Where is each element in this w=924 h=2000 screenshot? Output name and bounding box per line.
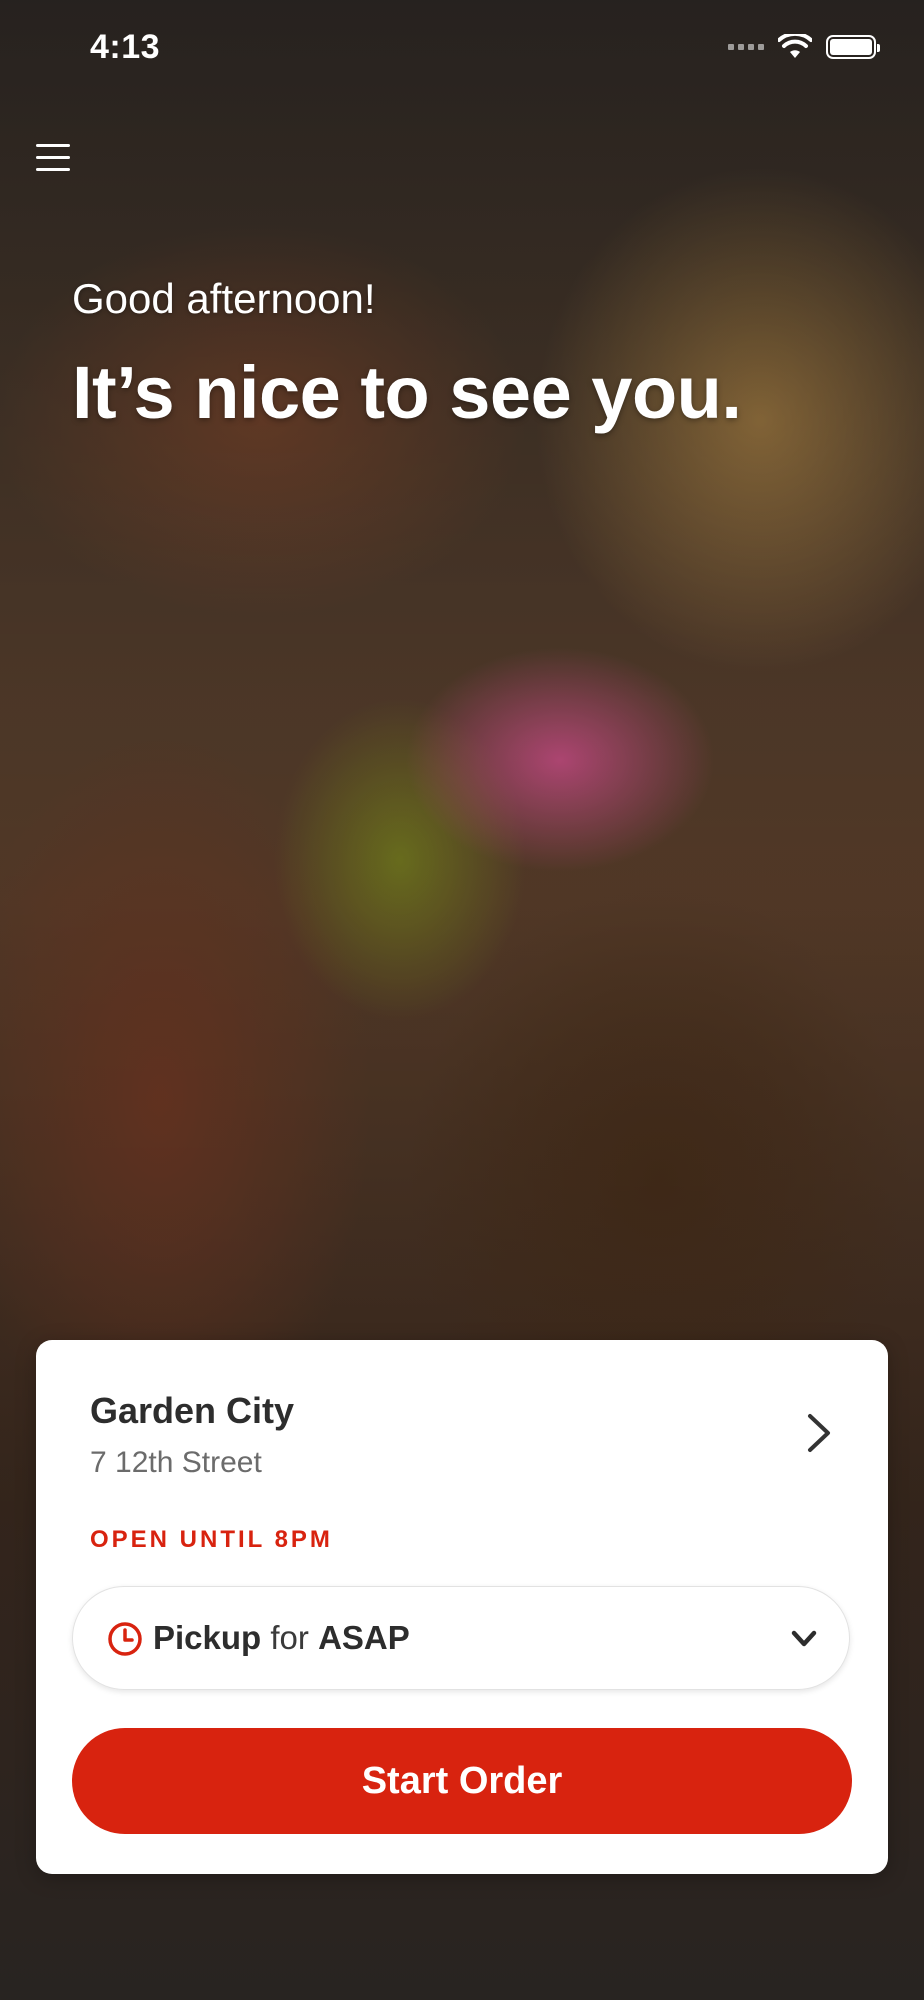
greeting-text: Good afternoon! bbox=[72, 275, 376, 322]
order-connector: for bbox=[270, 1619, 309, 1656]
order-time: ASAP bbox=[318, 1619, 410, 1656]
pickup-summary: Pickup for ASAP bbox=[153, 1619, 410, 1657]
welcome-headline: It’s nice to see you. bbox=[72, 351, 742, 434]
order-card: Garden City 7 12th Street OPEN UNTIL 8PM… bbox=[36, 1340, 888, 1874]
status-bar: 4:13 bbox=[0, 0, 924, 100]
battery-icon bbox=[826, 35, 880, 59]
clock-icon bbox=[108, 1622, 142, 1656]
location-name: Garden City bbox=[90, 1390, 295, 1431]
wifi-icon bbox=[778, 34, 812, 58]
order-mode: Pickup bbox=[153, 1619, 262, 1656]
chevron-down-icon bbox=[791, 1630, 817, 1647]
status-icons bbox=[728, 34, 880, 60]
hamburger-menu-icon[interactable] bbox=[34, 138, 74, 178]
chevron-right-icon[interactable] bbox=[798, 1408, 838, 1458]
start-order-button[interactable]: Start Order bbox=[72, 1728, 852, 1834]
status-time: 4:13 bbox=[90, 28, 161, 66]
pickup-time-selector[interactable]: Pickup for ASAP bbox=[72, 1586, 850, 1690]
location-selector[interactable]: Garden City 7 12th Street bbox=[90, 1390, 790, 1480]
cellular-signal-icon bbox=[728, 44, 764, 50]
location-address: 7 12th Street bbox=[90, 1446, 262, 1479]
open-hours-status: OPEN UNTIL 8PM bbox=[90, 1526, 333, 1553]
